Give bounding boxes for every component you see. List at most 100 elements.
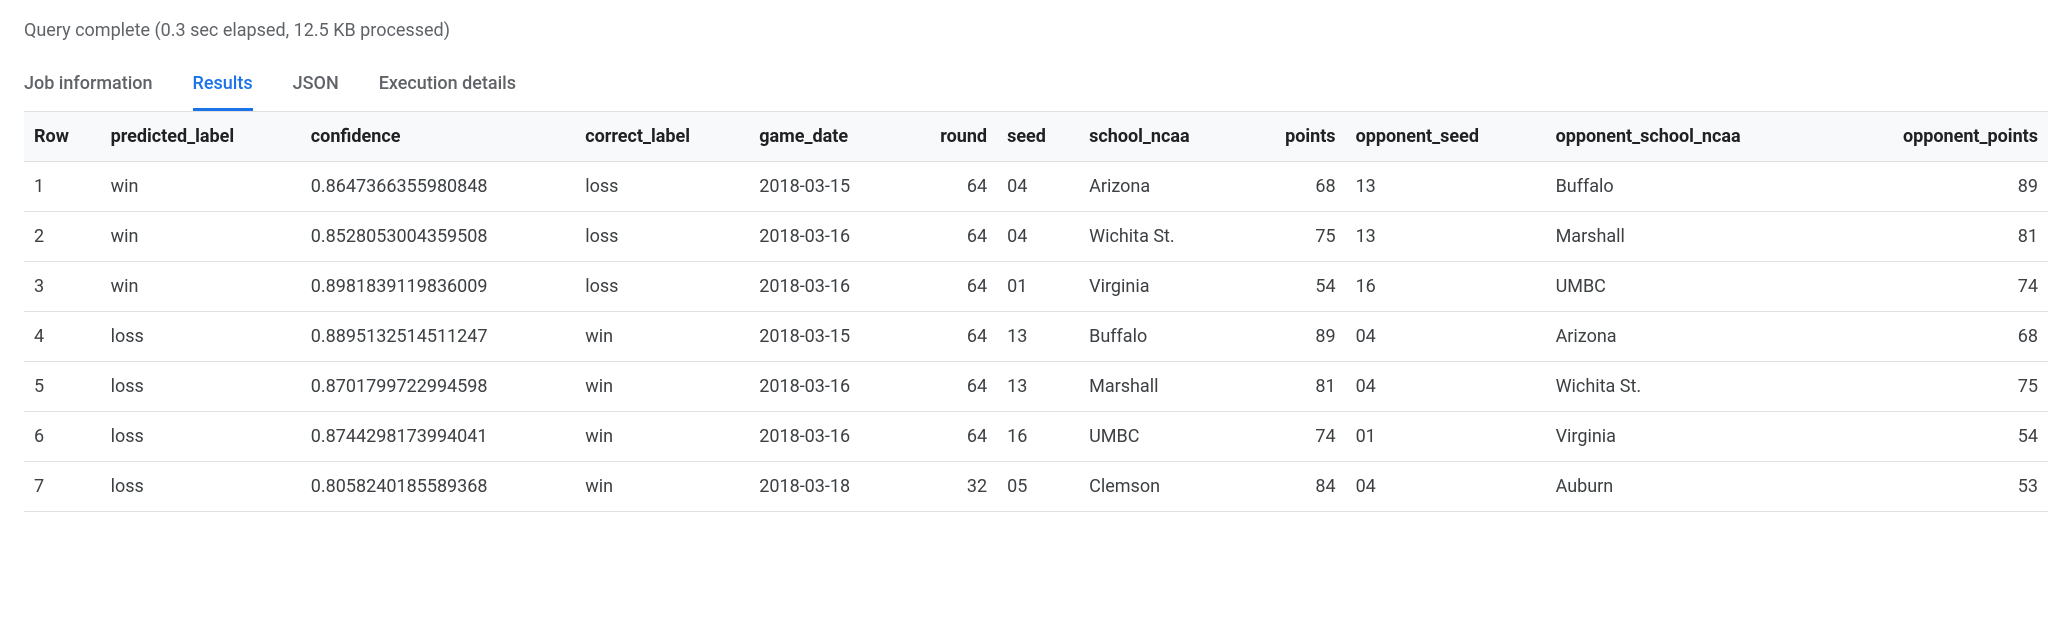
cell-opponent-school-ncaa: Marshall xyxy=(1546,212,1832,262)
tab-job-information[interactable]: Job information xyxy=(24,65,153,111)
cell-round: 64 xyxy=(904,362,997,412)
cell-confidence: 0.8058240185589368 xyxy=(301,462,575,512)
cell-predicted-label: loss xyxy=(101,312,301,362)
cell-points: 75 xyxy=(1247,212,1345,262)
col-opponent-points: opponent_points xyxy=(1832,112,2048,162)
results-table-wrap: Row predicted_label confidence correct_l… xyxy=(24,111,2048,512)
cell-game-date: 2018-03-15 xyxy=(749,312,904,362)
cell-round: 64 xyxy=(904,312,997,362)
col-game-date: game_date xyxy=(749,112,904,162)
cell-opponent-school-ncaa: UMBC xyxy=(1546,262,1832,312)
cell-seed: 01 xyxy=(997,262,1079,312)
tab-results[interactable]: Results xyxy=(193,65,253,111)
cell-game-date: 2018-03-16 xyxy=(749,412,904,462)
cell-school-ncaa: UMBC xyxy=(1079,412,1247,462)
cell-predicted-label: loss xyxy=(101,362,301,412)
cell-correct-label: loss xyxy=(575,212,749,262)
cell-school-ncaa: Arizona xyxy=(1079,162,1247,212)
cell-confidence: 0.8981839119836009 xyxy=(301,262,575,312)
col-opponent-seed: opponent_seed xyxy=(1346,112,1546,162)
query-status: Query complete (0.3 sec elapsed, 12.5 KB… xyxy=(24,20,2048,41)
table-header-row: Row predicted_label confidence correct_l… xyxy=(24,112,2048,162)
cell-points: 81 xyxy=(1247,362,1345,412)
cell-predicted-label: win xyxy=(101,162,301,212)
cell-game-date: 2018-03-15 xyxy=(749,162,904,212)
cell-game-date: 2018-03-16 xyxy=(749,362,904,412)
col-confidence: confidence xyxy=(301,112,575,162)
cell-predicted-label: win xyxy=(101,212,301,262)
table-row: 6loss0.8744298173994041win2018-03-166416… xyxy=(24,412,2048,462)
cell-opponent-seed: 13 xyxy=(1346,212,1546,262)
col-seed: seed xyxy=(997,112,1079,162)
cell-predicted-label: loss xyxy=(101,462,301,512)
cell-school-ncaa: Virginia xyxy=(1079,262,1247,312)
tab-execution-details[interactable]: Execution details xyxy=(379,65,516,111)
cell-points: 84 xyxy=(1247,462,1345,512)
cell-round: 64 xyxy=(904,212,997,262)
cell-confidence: 0.8701799722994598 xyxy=(301,362,575,412)
cell-opponent-school-ncaa: Buffalo xyxy=(1546,162,1832,212)
cell-row: 4 xyxy=(24,312,101,362)
cell-opponent-points: 53 xyxy=(1832,462,2048,512)
cell-school-ncaa: Wichita St. xyxy=(1079,212,1247,262)
results-table: Row predicted_label confidence correct_l… xyxy=(24,112,2048,512)
tab-json[interactable]: JSON xyxy=(293,65,339,111)
cell-row: 1 xyxy=(24,162,101,212)
cell-school-ncaa: Marshall xyxy=(1079,362,1247,412)
col-points: points xyxy=(1247,112,1345,162)
cell-row: 3 xyxy=(24,262,101,312)
cell-correct-label: loss xyxy=(575,162,749,212)
cell-seed: 13 xyxy=(997,312,1079,362)
cell-confidence: 0.8744298173994041 xyxy=(301,412,575,462)
cell-confidence: 0.8647366355980848 xyxy=(301,162,575,212)
cell-correct-label: win xyxy=(575,462,749,512)
cell-opponent-points: 68 xyxy=(1832,312,2048,362)
cell-opponent-school-ncaa: Auburn xyxy=(1546,462,1832,512)
cell-opponent-school-ncaa: Arizona xyxy=(1546,312,1832,362)
col-school-ncaa: school_ncaa xyxy=(1079,112,1247,162)
cell-opponent-seed: 04 xyxy=(1346,362,1546,412)
cell-game-date: 2018-03-16 xyxy=(749,262,904,312)
col-opponent-school-ncaa: opponent_school_ncaa xyxy=(1546,112,1832,162)
cell-points: 89 xyxy=(1247,312,1345,362)
cell-opponent-points: 74 xyxy=(1832,262,2048,312)
cell-row: 5 xyxy=(24,362,101,412)
cell-points: 68 xyxy=(1247,162,1345,212)
cell-correct-label: win xyxy=(575,412,749,462)
cell-row: 2 xyxy=(24,212,101,262)
cell-correct-label: win xyxy=(575,362,749,412)
cell-opponent-points: 75 xyxy=(1832,362,2048,412)
cell-seed: 04 xyxy=(997,162,1079,212)
cell-opponent-seed: 04 xyxy=(1346,312,1546,362)
cell-opponent-points: 81 xyxy=(1832,212,2048,262)
cell-points: 54 xyxy=(1247,262,1345,312)
cell-opponent-seed: 04 xyxy=(1346,462,1546,512)
col-round: round xyxy=(904,112,997,162)
cell-game-date: 2018-03-18 xyxy=(749,462,904,512)
table-row: 5loss0.8701799722994598win2018-03-166413… xyxy=(24,362,2048,412)
table-row: 4loss0.8895132514511247win2018-03-156413… xyxy=(24,312,2048,362)
cell-school-ncaa: Clemson xyxy=(1079,462,1247,512)
cell-opponent-school-ncaa: Wichita St. xyxy=(1546,362,1832,412)
cell-correct-label: win xyxy=(575,312,749,362)
cell-round: 64 xyxy=(904,162,997,212)
result-tabs: Job information Results JSON Execution d… xyxy=(24,65,2048,111)
cell-confidence: 0.8528053004359508 xyxy=(301,212,575,262)
cell-predicted-label: win xyxy=(101,262,301,312)
cell-opponent-points: 89 xyxy=(1832,162,2048,212)
cell-school-ncaa: Buffalo xyxy=(1079,312,1247,362)
col-correct-label: correct_label xyxy=(575,112,749,162)
cell-opponent-points: 54 xyxy=(1832,412,2048,462)
table-row: 2win0.8528053004359508loss2018-03-166404… xyxy=(24,212,2048,262)
table-row: 1win0.8647366355980848loss2018-03-156404… xyxy=(24,162,2048,212)
cell-row: 7 xyxy=(24,462,101,512)
cell-game-date: 2018-03-16 xyxy=(749,212,904,262)
cell-opponent-seed: 01 xyxy=(1346,412,1546,462)
cell-round: 64 xyxy=(904,262,997,312)
cell-seed: 16 xyxy=(997,412,1079,462)
table-row: 7loss0.8058240185589368win2018-03-183205… xyxy=(24,462,2048,512)
cell-correct-label: loss xyxy=(575,262,749,312)
cell-predicted-label: loss xyxy=(101,412,301,462)
cell-round: 32 xyxy=(904,462,997,512)
table-row: 3win0.8981839119836009loss2018-03-166401… xyxy=(24,262,2048,312)
